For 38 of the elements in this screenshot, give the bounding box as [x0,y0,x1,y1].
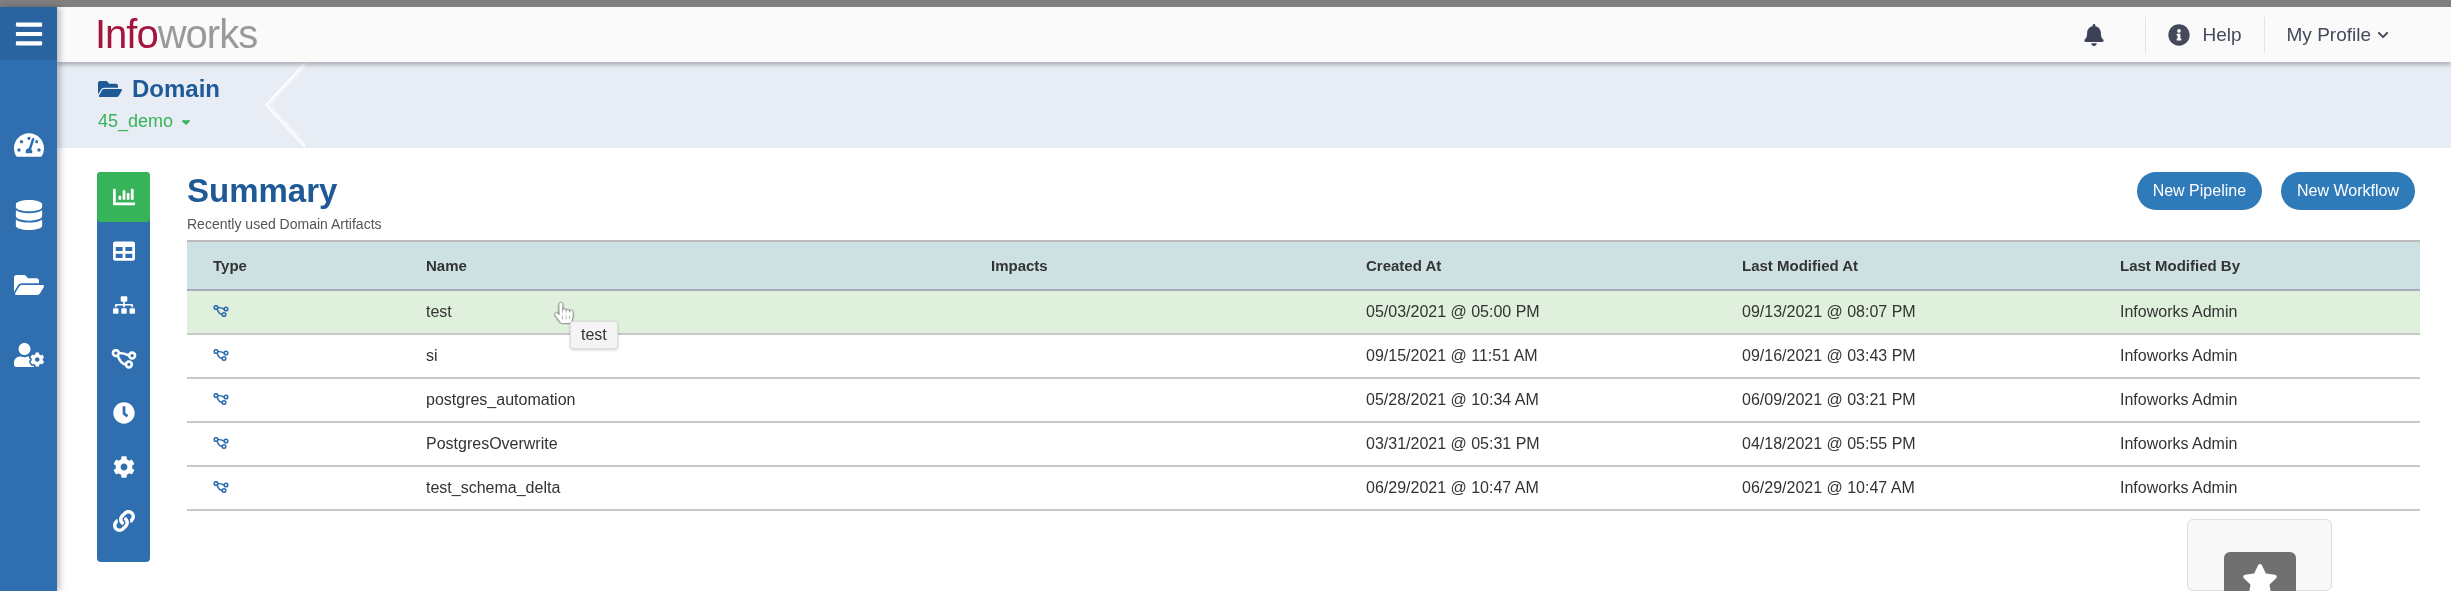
tooltip: test [570,321,618,349]
table-cell: 06/29/2021 @ 10:47 AM [1366,479,1539,496]
page-title: Summary [187,172,338,210]
column-header: Type [187,241,400,290]
table-cell: Infoworks Admin [2120,391,2238,408]
table-cell: si [426,347,438,364]
table-cell: test [426,303,452,320]
column-header: Name [400,241,965,290]
column-header: Impacts [965,241,1340,290]
column-header: Last Modified At [1716,241,2094,290]
table-cell: Infoworks Admin [2120,479,2238,496]
table-row[interactable]: postgres_automation 05/28/2021 @ 10:34 AM 06/09/2021 @ 03:21 PM Infoworks Admin [187,378,2420,422]
subtitle: Recently used Domain Artifacts [187,216,383,232]
table-cell: 09/15/2021 @ 11:51 AM [1366,347,1538,364]
table-cell: 04/18/2021 @ 05:55 PM [1742,435,1916,452]
table-cell: 06/29/2021 @ 10:47 AM [1742,479,1915,496]
table-row[interactable]: test_schema_delta 06/29/2021 @ 10:47 AM 06/29/2021 @ 10:47 AM Infoworks Admin [187,466,2420,510]
profile-menu[interactable]: My Profile [2286,23,2389,46]
new-pipeline-button[interactable]: New Pipeline [2136,172,2263,210]
help-link[interactable]: Help [2202,23,2242,46]
column-header: Last Modified By [2094,241,2420,290]
column-header: Created At [1340,241,1716,290]
table-cell: 09/13/2021 @ 08:07 PM [1742,303,1916,320]
table-row[interactable]: PostgresOverwrite 03/31/2021 @ 05:31 PM 04/18/2021 @ 05:55 PM Infoworks Admin [187,422,2420,466]
table-cell: Infoworks Admin [2120,303,2238,320]
table-cell: 05/28/2021 @ 10:34 AM [1366,391,1539,408]
table-cell: 06/09/2021 @ 03:21 PM [1742,391,1916,408]
table-cell: PostgresOverwrite [426,435,558,452]
table-cell: test_schema_delta [426,479,561,496]
new-workflow-button[interactable]: New Workflow [2281,172,2415,210]
logo: Infoworks [95,12,259,57]
breadcrumb-title: Domain [132,75,220,103]
table-cell: Infoworks Admin [2120,347,2238,364]
table-cell: Infoworks Admin [2120,435,2238,452]
table-cell: postgres_automation [426,391,576,408]
table-cell: 09/16/2021 @ 03:43 PM [1742,347,1916,364]
table-cell: 05/03/2021 @ 05:00 PM [1366,303,1540,320]
table-cell: 03/31/2021 @ 05:31 PM [1366,435,1540,452]
